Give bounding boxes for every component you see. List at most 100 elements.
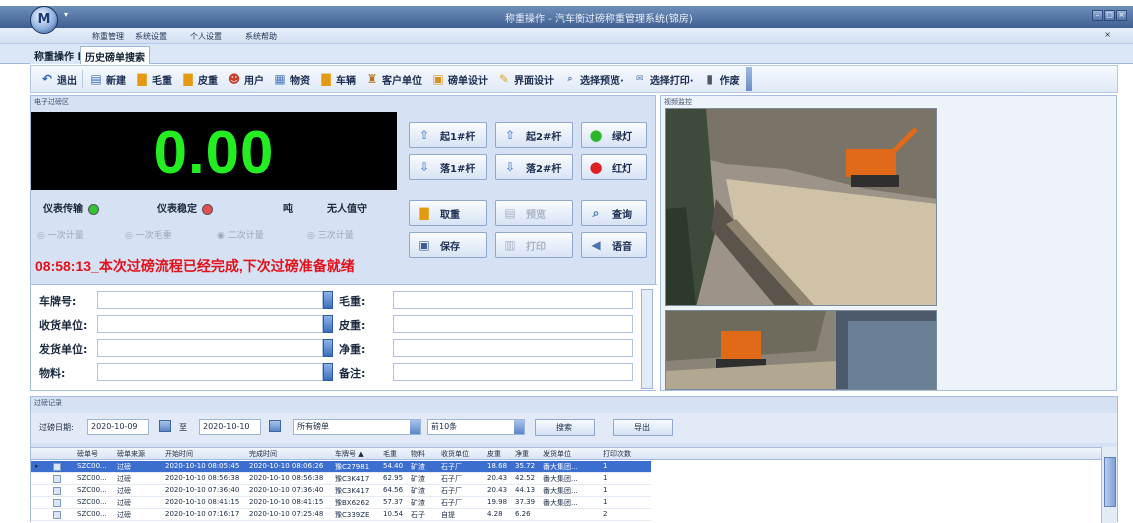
ticket-design-button[interactable]: ▣ 磅单设计 xyxy=(426,67,492,91)
tab-history[interactable]: 历史磅单搜索 xyxy=(80,46,150,64)
preview-button[interactable]: ▤ 预览 xyxy=(495,200,573,226)
new-button[interactable]: ▤ 新建 xyxy=(84,67,130,91)
cell-source: 过磅 xyxy=(117,511,131,519)
net-input[interactable] xyxy=(393,339,633,357)
ticket-filter-select[interactable]: 所有磅单 xyxy=(293,419,421,435)
date-to-value: 2020-10-10 xyxy=(203,422,250,431)
select-print-button[interactable]: ✉ 选择打印· xyxy=(628,67,698,91)
gross-input[interactable] xyxy=(393,291,633,309)
date-to-input[interactable]: 2020-10-10 xyxy=(199,419,261,435)
column-header-source[interactable]: 磅单来源 xyxy=(117,449,145,459)
sender-dropdown-button[interactable] xyxy=(323,339,333,357)
green-light-button[interactable]: ● 绿灯 xyxy=(581,122,647,148)
calendar-icon[interactable] xyxy=(269,420,281,432)
column-header-plate[interactable]: 车牌号 ▲ xyxy=(335,449,364,459)
voice-button[interactable]: ◀ 语音 xyxy=(581,232,647,258)
raise-gate-1-button[interactable]: ⇧ 起1#杆 xyxy=(409,122,487,148)
receiver-dropdown-button[interactable] xyxy=(323,315,333,333)
red-light-button[interactable]: ● 红灯 xyxy=(581,154,647,180)
material-input[interactable] xyxy=(97,363,323,381)
menu-help[interactable]: 系统帮助 xyxy=(245,31,277,42)
table-row[interactable]: SZC00... 过磅 2020-10-10 08:41:15 2020-10-10 … xyxy=(31,497,651,509)
plate-input[interactable] xyxy=(97,291,323,309)
menu-system-settings[interactable]: 系统设置 xyxy=(135,31,167,42)
cell-gross: 54.40 xyxy=(383,462,404,470)
column-header-start-time[interactable]: 开始时间 xyxy=(165,449,193,459)
sender-input[interactable] xyxy=(97,339,323,357)
goods-button[interactable]: ▦ 物资 xyxy=(268,67,314,91)
date-from-input[interactable]: 2020-10-09 xyxy=(87,419,149,435)
material-dropdown-button[interactable] xyxy=(323,363,333,381)
cell-sender: 番大集团... xyxy=(543,499,578,507)
table-row[interactable]: ▸ SZC00... 过磅 2020-10-10 08:05:45 2020-10-10… xyxy=(31,461,651,473)
vehicle-button[interactable]: ▇ 车辆 xyxy=(314,67,360,91)
export-button[interactable]: 导出 xyxy=(613,419,673,436)
raise-gate-2-button[interactable]: ⇧ 起2#杆 xyxy=(495,122,573,148)
maximize-button[interactable]: □ xyxy=(1104,10,1115,21)
lower-gate-1-button[interactable]: ⇩ 落1#杆 xyxy=(409,154,487,180)
tare-button[interactable]: ▇ 皮重 xyxy=(176,67,222,91)
count-select[interactable]: 前10条 xyxy=(427,419,525,435)
row-checkbox[interactable] xyxy=(53,511,61,519)
user-button[interactable]: ☻ 用户 xyxy=(222,67,268,91)
column-header-sender[interactable]: 发货单位 xyxy=(543,449,571,459)
customer-button[interactable]: ♜ 客户单位 xyxy=(360,67,426,91)
menu-weighing[interactable]: 称重管理 xyxy=(92,31,124,42)
print-button[interactable]: ▥ 打印 xyxy=(495,232,573,258)
app-orb-button[interactable]: M xyxy=(30,6,58,34)
table-row[interactable]: SZC00... 过磅 2020-10-10 07:16:17 2020-10-10 … xyxy=(31,509,651,521)
column-header-net[interactable]: 净重 xyxy=(515,449,529,459)
quick-access-icon[interactable]: ▾ xyxy=(64,10,76,22)
ui-design-button[interactable]: ✎ 界面设计 xyxy=(492,67,558,91)
column-header-tare[interactable]: 皮重 xyxy=(487,449,501,459)
row-checkbox[interactable] xyxy=(53,463,61,471)
lower-gate-2-button[interactable]: ⇩ 落2#杆 xyxy=(495,154,573,180)
column-header-gross[interactable]: 毛重 xyxy=(383,449,397,459)
cell-source: 过磅 xyxy=(117,463,131,471)
column-header-material[interactable]: 物料 xyxy=(411,449,425,459)
mode-triple-radio[interactable]: ◎ 三次计量 xyxy=(307,228,354,241)
table-scrollbar[interactable] xyxy=(1101,447,1117,523)
void-button[interactable]: ▮ 作废 xyxy=(698,67,744,91)
menu-personal-settings[interactable]: 个人设置 xyxy=(190,31,222,42)
table-row[interactable]: SZC00... 过磅 2020-10-10 08:56:38 2020-10-10 … xyxy=(31,473,651,485)
mode-gross-radio[interactable]: ◎ 一次毛重 xyxy=(125,228,172,241)
exit-button[interactable]: ↶ 退出 xyxy=(35,67,81,91)
save-icon: ▣ xyxy=(418,238,430,252)
arrow-down-icon: ⇩ xyxy=(418,160,430,174)
column-header-end-time[interactable]: 完成时间 xyxy=(249,449,277,459)
row-checkbox[interactable] xyxy=(53,487,61,495)
table-row[interactable]: SZC00... 过磅 2020-10-10 07:36:40 2020-10-10 … xyxy=(31,485,651,497)
take-weight-button[interactable]: ▇ 取重 xyxy=(409,200,487,226)
search-button[interactable]: 搜索 xyxy=(535,419,595,436)
user-label: 用户 xyxy=(244,75,264,87)
row-checkbox[interactable] xyxy=(53,475,61,483)
calendar-icon[interactable] xyxy=(159,420,171,432)
mode-single-radio[interactable]: ◎ 一次计量 xyxy=(37,228,84,241)
form-scrollbar[interactable] xyxy=(641,289,653,389)
select-preview-button[interactable]: ⌕ 选择预览· xyxy=(558,67,628,91)
plate-dropdown-button[interactable] xyxy=(323,291,333,309)
unattended-label: 无人值守 xyxy=(327,204,367,215)
receiver-input[interactable] xyxy=(97,315,323,333)
column-header-ticket-no[interactable]: 磅单号 xyxy=(77,449,98,459)
save-button[interactable]: ▣ 保存 xyxy=(409,232,487,258)
window-controls: – □ × xyxy=(1092,10,1127,21)
mode-double-radio[interactable]: ◉ 二次计量 xyxy=(217,228,264,241)
scroll-thumb[interactable] xyxy=(1104,457,1116,507)
query-button[interactable]: ⌕ 查询 xyxy=(581,200,647,226)
minimize-button[interactable]: – xyxy=(1092,10,1103,21)
gross-button[interactable]: ▇ 毛重 xyxy=(130,67,176,91)
goods-icon: ▦ xyxy=(274,72,286,86)
row-checkbox[interactable] xyxy=(53,499,61,507)
cell-end-time: 2020-10-10 07:36:40 xyxy=(249,486,324,494)
remark-input[interactable] xyxy=(393,363,633,381)
raise-gate-1-label: 起1#杆 xyxy=(440,131,476,143)
meter-stable-label: 仪表稳定 xyxy=(157,204,197,215)
close-button[interactable]: × xyxy=(1116,10,1127,21)
column-header-print-count[interactable]: 打印次数 xyxy=(603,449,631,459)
menu-close-icon[interactable]: × xyxy=(1104,30,1111,39)
tare-input[interactable] xyxy=(393,315,633,333)
column-header-receiver[interactable]: 收货单位 xyxy=(441,449,469,459)
transmit-led-icon xyxy=(88,203,99,215)
